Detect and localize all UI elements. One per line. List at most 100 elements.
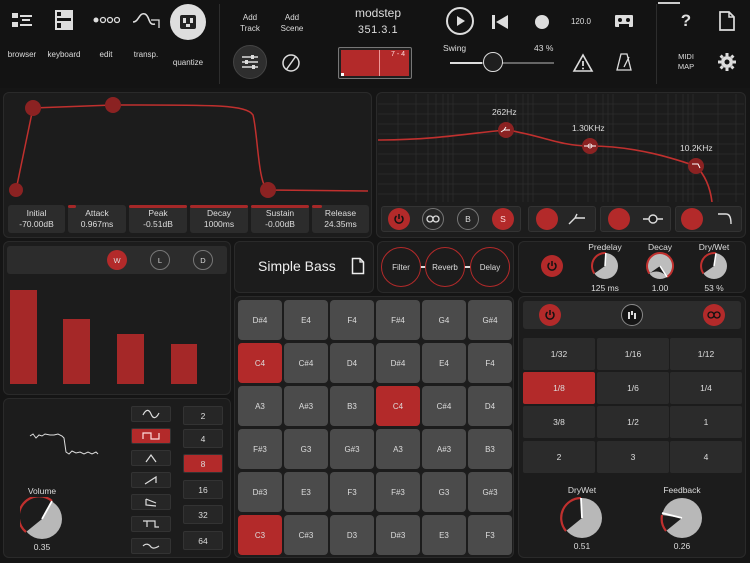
pad-5-5[interactable]: F3: [468, 515, 512, 555]
pad-0-0[interactable]: D#4: [238, 300, 282, 340]
wave-noise-button[interactable]: [131, 538, 171, 554]
pad-4-5[interactable]: G#3: [468, 472, 512, 512]
wave-ramp-button[interactable]: [131, 494, 171, 510]
wave-sine-button[interactable]: [131, 406, 171, 422]
env-param-decay[interactable]: Decay 1000ms: [190, 205, 248, 233]
pad-2-1[interactable]: A#3: [284, 386, 328, 426]
lowcut-type-icon[interactable]: [567, 212, 587, 226]
filter-bar-2[interactable]: [63, 319, 90, 384]
eq-band1-toggle[interactable]: [536, 208, 558, 230]
pad-5-2[interactable]: D3: [330, 515, 374, 555]
pad-3-0[interactable]: F#3: [238, 429, 282, 469]
eq-node-high[interactable]: [688, 158, 704, 174]
new-doc-button[interactable]: [718, 10, 736, 32]
add-scene-button[interactable]: Add Scene: [274, 12, 310, 34]
decay-knob[interactable]: [645, 251, 675, 281]
fx-filter-button[interactable]: Filter: [381, 247, 421, 287]
octave-button-4[interactable]: 4: [183, 429, 223, 448]
pad-0-3[interactable]: F#4: [376, 300, 420, 340]
octave-button-16[interactable]: 16: [183, 480, 223, 499]
filter-l-button[interactable]: L: [150, 250, 170, 270]
pad-4-3[interactable]: F#3: [376, 472, 420, 512]
env-param-peak[interactable]: Peak -0.51dB: [129, 205, 187, 233]
delay-division-1-8[interactable]: 1/8: [523, 372, 595, 404]
pad-1-5[interactable]: F4: [468, 343, 512, 383]
pad-4-2[interactable]: F3: [330, 472, 374, 512]
reverb-drywet-knob[interactable]: [699, 251, 729, 281]
envelope-node-attack[interactable]: [25, 100, 41, 116]
wave-square-button[interactable]: [131, 428, 171, 444]
play-button[interactable]: [446, 7, 474, 35]
bell-type-icon[interactable]: [642, 212, 664, 226]
delay-division-1-6[interactable]: 1/6: [597, 372, 669, 404]
filter-w-button[interactable]: W: [107, 250, 127, 270]
fx-delay-button[interactable]: Delay: [470, 247, 510, 287]
metronome-button[interactable]: [615, 52, 633, 72]
browser-button[interactable]: browser: [0, 8, 44, 59]
octave-button-2[interactable]: 2: [183, 406, 223, 425]
pad-4-4[interactable]: G3: [422, 472, 466, 512]
predelay-knob[interactable]: [590, 251, 620, 281]
eq-solo-button[interactable]: S: [492, 208, 514, 230]
pad-0-4[interactable]: G4: [422, 300, 466, 340]
pad-1-2[interactable]: D4: [330, 343, 374, 383]
document-icon[interactable]: [351, 257, 365, 275]
pad-5-1[interactable]: C#3: [284, 515, 328, 555]
filter-bar-3[interactable]: [117, 334, 144, 384]
mute-button[interactable]: [280, 52, 302, 74]
envelope-node-initial[interactable]: [9, 183, 23, 197]
wave-triangle-button[interactable]: [131, 450, 171, 466]
pad-0-2[interactable]: F4: [330, 300, 374, 340]
delay-division-3[interactable]: 3: [597, 441, 669, 473]
filter-d-button[interactable]: D: [193, 250, 213, 270]
env-param-initial[interactable]: Initial -70.00dB: [8, 205, 65, 233]
midi-map-button[interactable]: MIDI MAP: [670, 52, 702, 72]
octave-button-8[interactable]: 8: [183, 454, 223, 473]
delay-division-1-32[interactable]: 1/32: [523, 338, 595, 370]
pad-0-1[interactable]: E4: [284, 300, 328, 340]
pad-2-0[interactable]: A3: [238, 386, 282, 426]
tempo-display[interactable]: 120.0: [566, 17, 596, 26]
eq-band3-toggle[interactable]: [681, 208, 703, 230]
rewind-button[interactable]: [490, 14, 510, 30]
help-button[interactable]: ?: [676, 11, 696, 31]
reverb-power-button[interactable]: [541, 255, 563, 277]
envelope-node-peak[interactable]: [105, 97, 121, 113]
envelope-node-sustain[interactable]: [260, 182, 276, 198]
pad-5-4[interactable]: E3: [422, 515, 466, 555]
warning-button[interactable]: [572, 53, 594, 73]
pad-4-1[interactable]: E3: [284, 472, 328, 512]
volume-knob[interactable]: [20, 497, 64, 541]
pad-2-3[interactable]: C4: [376, 386, 420, 426]
swing-slider-thumb[interactable]: [483, 52, 503, 72]
add-track-button[interactable]: Add Track: [232, 12, 268, 34]
pad-0-5[interactable]: G#4: [468, 300, 512, 340]
settings-button[interactable]: [717, 52, 737, 72]
feedback-knob[interactable]: [660, 496, 704, 540]
pad-4-0[interactable]: D#3: [238, 472, 282, 512]
swing-slider[interactable]: [450, 52, 554, 72]
eq-power-button[interactable]: [388, 208, 410, 230]
pad-1-4[interactable]: E4: [422, 343, 466, 383]
eq-bypass-button[interactable]: B: [457, 208, 479, 230]
env-param-attack[interactable]: Attack 0.967ms: [68, 205, 126, 233]
delay-division-2[interactable]: 2: [523, 441, 595, 473]
pad-3-1[interactable]: G3: [284, 429, 328, 469]
edit-button[interactable]: edit: [84, 8, 128, 59]
quantize-button[interactable]: quantize: [166, 4, 210, 67]
delay-division-1-12[interactable]: 1/12: [670, 338, 742, 370]
pad-3-2[interactable]: G#3: [330, 429, 374, 469]
pad-5-0[interactable]: C3: [238, 515, 282, 555]
env-param-release[interactable]: Release 24.35ms: [312, 205, 369, 233]
loop-overview[interactable]: 7 - 4: [338, 47, 412, 79]
delay-link-button[interactable]: [703, 304, 725, 326]
env-param-sustain[interactable]: Sustain -0.00dB: [251, 205, 309, 233]
delay-drywet-knob[interactable]: [560, 496, 604, 540]
delay-sync-button[interactable]: [621, 304, 643, 326]
pad-5-3[interactable]: D#3: [376, 515, 420, 555]
delay-division-1-16[interactable]: 1/16: [597, 338, 669, 370]
pad-2-4[interactable]: C#4: [422, 386, 466, 426]
highshelf-type-icon[interactable]: [716, 212, 734, 226]
pad-1-0[interactable]: C4: [238, 343, 282, 383]
pad-2-2[interactable]: B3: [330, 386, 374, 426]
